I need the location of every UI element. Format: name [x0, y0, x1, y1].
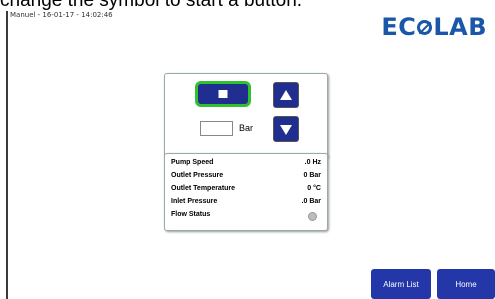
decrease-button[interactable] — [273, 116, 299, 142]
logo-text-start: EC — [381, 13, 417, 41]
hmi-screen: Manuel - 16-01-17 - 14:02:46 EC LAB Bar … — [6, 11, 495, 299]
status-label: Inlet Pressure — [171, 198, 218, 205]
caption-text: change the symbol to start a button. — [0, 0, 303, 11]
status-row-inlet-pressure: Inlet Pressure .0 Bar — [171, 198, 321, 209]
status-panel: Pump Speed .0 Hz Outlet Pressure 0 Bar O… — [164, 153, 328, 231]
status-row-outlet-temperature: Outlet Temperature 0 °C — [171, 185, 321, 196]
pressure-setpoint-input[interactable] — [200, 121, 233, 136]
status-value: 0 Bar — [303, 172, 321, 179]
status-value: .0 Bar — [301, 198, 321, 205]
status-row-flow-status: Flow Status — [171, 211, 321, 222]
start-stop-button[interactable] — [195, 81, 251, 107]
mode-timestamp: Manuel - 16-01-17 - 14:02:46 — [10, 11, 113, 19]
logo-text-end: LAB — [433, 13, 487, 41]
status-label: Flow Status — [171, 211, 211, 218]
status-label: Outlet Temperature — [171, 185, 236, 192]
flow-status-indicator-icon — [308, 212, 317, 221]
status-label: Outlet Pressure — [171, 172, 224, 179]
stop-square-icon — [218, 90, 228, 98]
home-button[interactable]: Home — [437, 269, 495, 299]
status-row-outlet-pressure: Outlet Pressure 0 Bar — [171, 172, 321, 183]
pressure-unit-label: Bar — [239, 123, 254, 133]
ecolab-logo: EC LAB — [381, 13, 487, 41]
status-label: Pump Speed — [171, 159, 214, 166]
logo-o-icon — [417, 19, 433, 35]
alarm-list-button[interactable]: Alarm List — [371, 269, 431, 299]
pump-control-panel: Bar — [164, 73, 328, 159]
increase-button[interactable] — [273, 82, 299, 108]
status-value: 0 °C — [307, 185, 321, 192]
status-value: .0 Hz — [304, 159, 321, 166]
status-row-pump-speed: Pump Speed .0 Hz — [171, 159, 321, 170]
